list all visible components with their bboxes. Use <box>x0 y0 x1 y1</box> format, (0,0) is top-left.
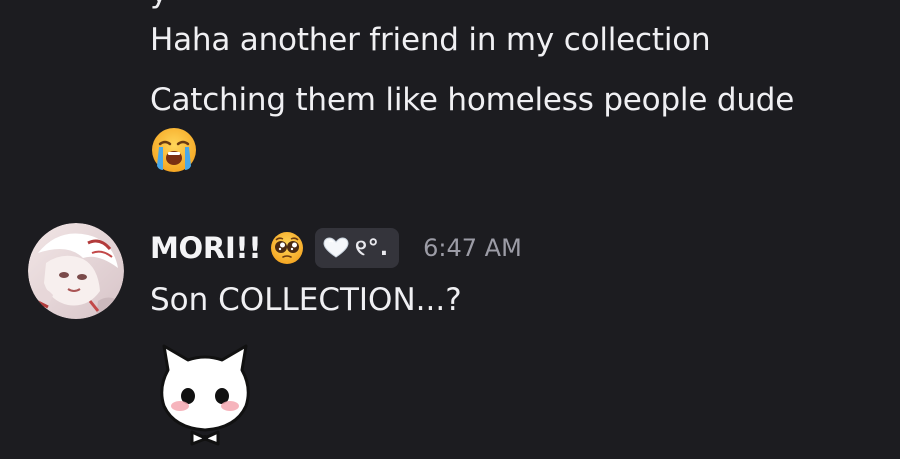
heart-icon <box>323 237 349 258</box>
username[interactable]: MORI!! <box>150 231 262 265</box>
message-text[interactable]: Son COLLECTION...? <box>150 280 462 320</box>
loudly-crying-face-emoji[interactable] <box>150 126 198 174</box>
server-tag-badge[interactable]: ୧°. <box>315 228 400 268</box>
message-text-cropped: y <box>150 0 168 10</box>
pleading-face-emoji <box>271 232 304 264</box>
white-cat-sticker[interactable] <box>150 340 260 450</box>
chat-message-list: y Haha another friend in my collection C… <box>0 0 900 459</box>
server-tag-text: ୧°. <box>355 235 390 261</box>
message-header: MORI!! ୧°. 6:47 AM <box>150 226 522 270</box>
message-text[interactable]: Haha another friend in my collection <box>150 20 711 60</box>
message-text[interactable]: Catching them like homeless people dude <box>150 80 794 120</box>
message-timestamp[interactable]: 6:47 AM <box>423 234 522 262</box>
avatar[interactable] <box>28 223 124 319</box>
